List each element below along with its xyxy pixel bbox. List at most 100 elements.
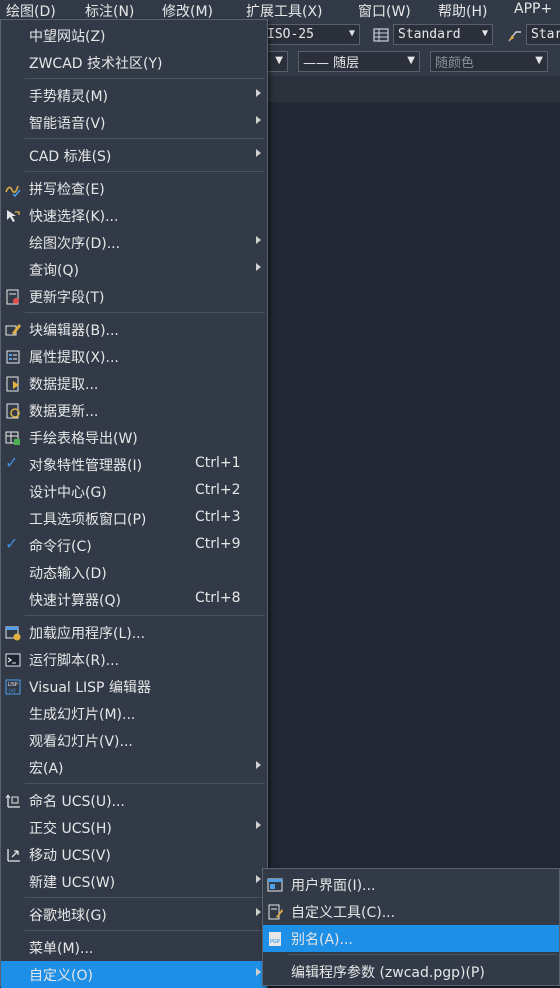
menu-item[interactable]: LISP (x) Visual LISP 编辑器: [1, 673, 267, 700]
spell-check-icon: [5, 185, 21, 198]
submenu-arrow-icon: [256, 908, 261, 916]
menu-item[interactable]: 移动 UCS(V): [1, 841, 267, 868]
menu-item[interactable]: 菜单(M)...: [1, 934, 267, 961]
menu-item-label: 拼写检查(E): [29, 182, 105, 198]
menu-item-label: 手势精灵(M): [29, 89, 109, 105]
color-combo[interactable]: 随颜色 ▼: [430, 51, 548, 72]
chevron-down-icon: ▼: [275, 55, 283, 66]
menu-item-label: 生成幻灯片(M)...: [29, 707, 136, 723]
menu-item[interactable]: 快速计算器(Q) Ctrl+8: [1, 586, 267, 613]
submenu-item-label: 用户界面(I)...: [291, 878, 376, 894]
submenu-item[interactable]: PGP 别名(A)...: [263, 925, 559, 952]
menu-item[interactable]: 查询(Q): [1, 256, 267, 283]
submenu-item[interactable]: 自定义工具(C)...: [263, 898, 559, 925]
mleader-style-icon[interactable]: [506, 26, 524, 44]
menu-item[interactable]: ZWCAD 技术社区(Y): [1, 49, 267, 76]
submenu-item[interactable]: 用户界面(I)...: [263, 871, 559, 898]
menu-item-label: 快速计算器(Q): [29, 593, 121, 609]
menu-item[interactable]: 命名 UCS(U)...: [1, 787, 267, 814]
menu-item-label: 设计中心(G): [29, 485, 107, 501]
menu-item[interactable]: 快速选择(K)...: [1, 202, 267, 229]
menu-draw[interactable]: 绘图(D): [6, 1, 56, 21]
tablestyle-value: Standard: [398, 27, 461, 42]
color-value: 随颜色: [435, 56, 475, 71]
submenu-item[interactable]: 编辑程序参数 (zwcad.pgp)(P): [263, 958, 559, 985]
menu-item[interactable]: 正交 UCS(H): [1, 814, 267, 841]
menu-divider: [25, 78, 265, 79]
menu-item[interactable]: 自定义(O): [1, 961, 267, 988]
menu-item[interactable]: ✓ 对象特性管理器(I) Ctrl+1: [1, 451, 267, 478]
submenu-item-label: 别名(A)...: [291, 932, 353, 948]
submenu-arrow-icon: [256, 263, 261, 271]
menu-item[interactable]: 智能语音(V): [1, 109, 267, 136]
dimstyle-combo[interactable]: ISO-25 ▼: [262, 24, 360, 45]
menu-item[interactable]: 谷歌地球(G): [1, 901, 267, 928]
ucs-named-icon: [5, 794, 20, 808]
menu-item[interactable]: 数据更新...: [1, 397, 267, 424]
mleaderstyle-value: Star: [531, 27, 560, 42]
menu-item-label: 工具选项板窗口(P): [29, 512, 147, 528]
mleaderstyle-combo[interactable]: Star: [526, 24, 560, 45]
menu-item-label: 正交 UCS(H): [29, 821, 112, 837]
menu-item[interactable]: 绘图次序(D)...: [1, 229, 267, 256]
menu-express-tools[interactable]: 扩展工具(X): [246, 1, 323, 21]
menu-item[interactable]: 新建 UCS(W): [1, 868, 267, 895]
menu-item-label: 加载应用程序(L)...: [29, 626, 146, 642]
menu-help[interactable]: 帮助(H): [438, 1, 487, 21]
menu-item[interactable]: 手势精灵(M): [1, 82, 267, 109]
svg-text:(x): (x): [9, 688, 16, 694]
submenu-arrow-icon: [256, 875, 261, 883]
menu-divider: [25, 171, 265, 172]
data-update-icon: [6, 403, 20, 419]
menu-item[interactable]: 中望网站(Z): [1, 22, 267, 49]
menu-item[interactable]: ✓ 命令行(C) Ctrl+9: [1, 532, 267, 559]
menu-item[interactable]: 加载应用程序(L)...: [1, 619, 267, 646]
menu-item[interactable]: 工具选项板窗口(P) Ctrl+3: [1, 505, 267, 532]
menu-item[interactable]: CAD 标准(S): [1, 142, 267, 169]
menu-item-label: 动态输入(D): [29, 566, 107, 582]
menu-item-label: 块编辑器(B)...: [29, 323, 119, 339]
menu-item[interactable]: 设计中心(G) Ctrl+2: [1, 478, 267, 505]
menu-item[interactable]: 属性提取(X)...: [1, 343, 267, 370]
submenu-arrow-icon: [256, 821, 261, 829]
menu-item[interactable]: 动态输入(D): [1, 559, 267, 586]
shortcut-label: Ctrl+8: [195, 590, 241, 606]
shortcut-label: Ctrl+9: [195, 536, 241, 552]
menu-item[interactable]: 生成幻灯片(M)...: [1, 700, 267, 727]
menu-item-label: ZWCAD 技术社区(Y): [29, 56, 163, 72]
menu-item-label: 谷歌地球(G): [29, 908, 107, 924]
submenu-item-label: 编辑程序参数 (zwcad.pgp)(P): [291, 965, 485, 981]
menu-item-label: 对象特性管理器(I): [29, 458, 143, 474]
menu-item[interactable]: 手绘表格导出(W): [1, 424, 267, 451]
linetype-combo[interactable]: —— 随层 ▼: [298, 51, 420, 72]
lisp-icon: LISP(x): [5, 679, 21, 695]
menu-item[interactable]: 运行脚本(R)...: [1, 646, 267, 673]
chevron-down-icon: ▼: [535, 55, 543, 66]
chevron-down-icon: ▼: [348, 28, 355, 39]
custom-tools-icon: [268, 904, 283, 920]
menu-window[interactable]: 窗口(W): [358, 1, 411, 21]
menu-item[interactable]: 更新字段(T): [1, 283, 267, 310]
shortcut-label: Ctrl+3: [195, 509, 241, 525]
menu-modify[interactable]: 修改(M): [162, 1, 213, 21]
menu-app-plus[interactable]: APP+: [514, 1, 552, 17]
chevron-down-icon: ▼: [407, 55, 415, 66]
menu-item-label: 新建 UCS(W): [29, 875, 116, 891]
menu-item-label: Visual LISP 编辑器: [29, 680, 151, 696]
menu-item-label: 属性提取(X)...: [29, 350, 119, 366]
submenu-arrow-icon: [256, 149, 261, 157]
menu-item-label: 宏(A): [29, 761, 64, 777]
menu-item-label: 绘图次序(D)...: [29, 236, 121, 252]
data-extract-icon: [6, 376, 19, 392]
submenu-arrow-icon: [256, 236, 261, 244]
menu-item[interactable]: 观看幻灯片(V)...: [1, 727, 267, 754]
check-icon: ✓: [5, 453, 19, 472]
menu-item[interactable]: 数据提取...: [1, 370, 267, 397]
tablestyle-combo[interactable]: Standard ▼: [393, 24, 493, 45]
menu-item[interactable]: 宏(A): [1, 754, 267, 781]
table-style-icon[interactable]: [372, 26, 390, 44]
menu-item[interactable]: 块编辑器(B)...: [1, 316, 267, 343]
menu-dimension[interactable]: 标注(N): [85, 1, 134, 21]
attribute-extract-icon: [6, 350, 20, 364]
menu-item[interactable]: 拼写检查(E): [1, 175, 267, 202]
